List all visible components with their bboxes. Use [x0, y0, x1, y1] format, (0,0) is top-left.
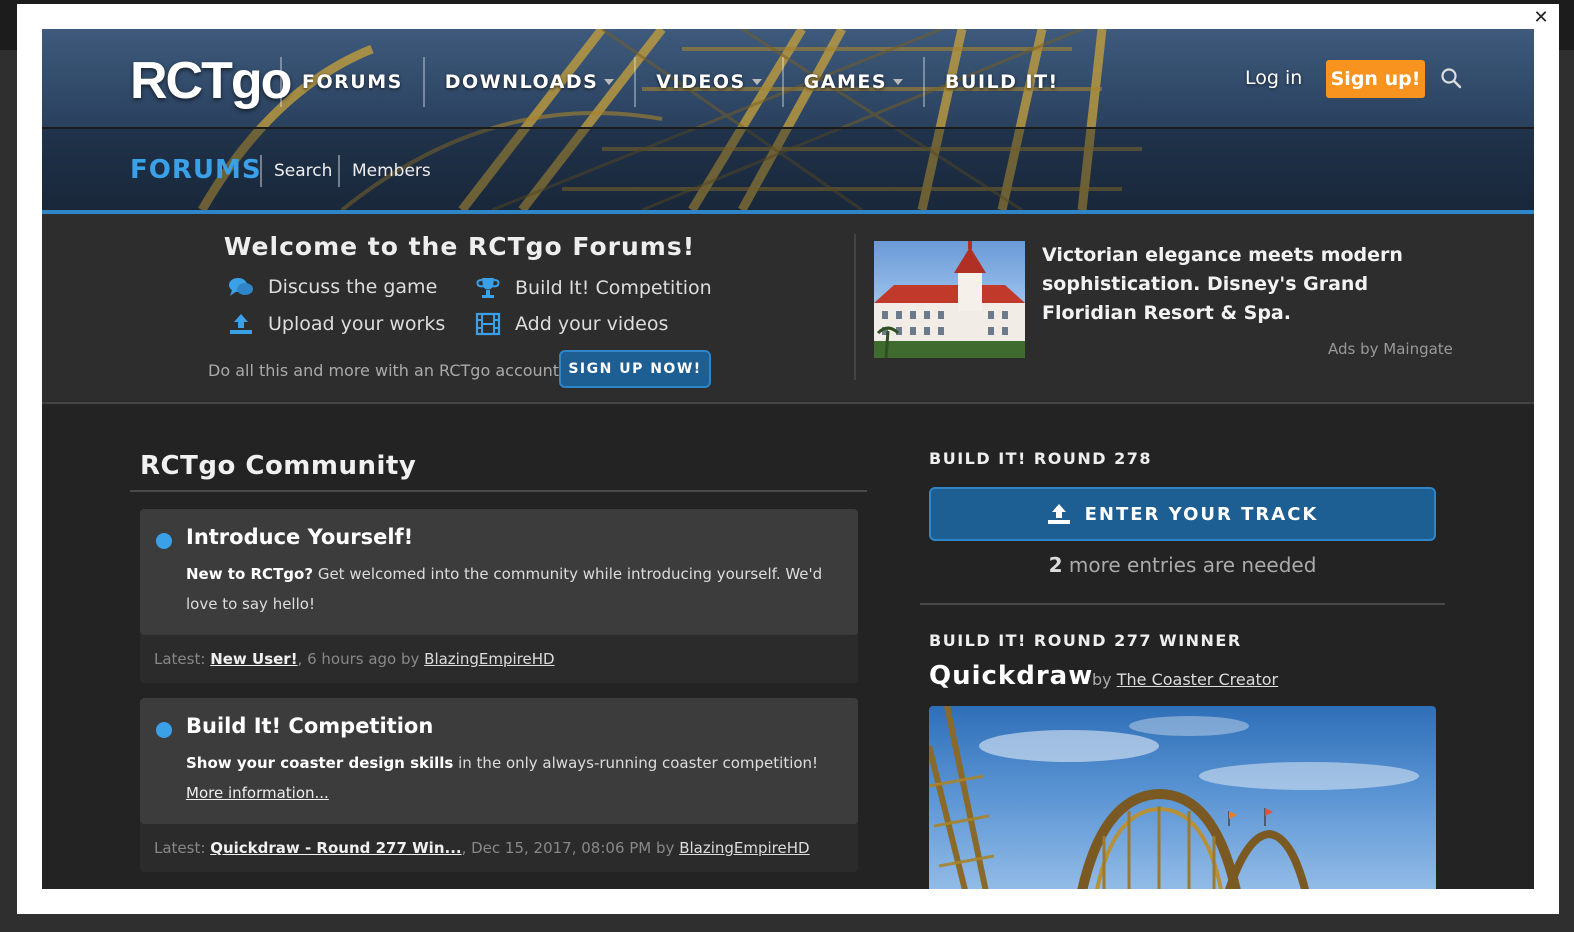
forum-desc-text: in the only always-running coaster compe… — [453, 754, 819, 772]
nav-label: FORUMS — [302, 71, 403, 93]
latest-label: Latest: — [154, 650, 206, 668]
forum-latest-post: Latest: Quickdraw - Round 277 Win..., De… — [140, 824, 858, 872]
hotel-illustration — [874, 241, 1025, 358]
main-nav: FORUMS DOWNLOADS VIDEOS GAMES BUILD IT! — [280, 57, 1079, 107]
community-divider — [130, 490, 867, 492]
entries-label: more entries are needed — [1062, 553, 1317, 577]
nav-label: DOWNLOADS — [444, 71, 599, 93]
coaster-screenshot — [929, 706, 1419, 889]
latest-time: , Dec 15, 2017, 08:06 PM by — [461, 839, 680, 857]
upload-icon — [1047, 504, 1070, 524]
winner-by-label: by — [1092, 670, 1117, 689]
screenshot-frame: RCTgo FORUMS DOWNLOADS VIDEOS GAMES BUIL… — [42, 29, 1534, 889]
latest-user-link[interactable]: BlazingEmpireHD — [424, 650, 554, 668]
search-icon[interactable] — [1440, 67, 1462, 89]
forums-section-title[interactable]: FORUMS — [130, 155, 262, 185]
nav-label: VIDEOS — [656, 71, 746, 93]
winner-track-name[interactable]: Quickdraw — [929, 661, 1093, 691]
forum-card-body: Build It! Competition Show your coaster … — [140, 698, 858, 824]
winner-track-image[interactable] — [929, 706, 1436, 889]
forum-title-link[interactable]: Build It! Competition — [186, 714, 828, 738]
forum-card-body: Introduce Yourself! New to RCTgo? Get we… — [140, 509, 858, 635]
feature-label: Upload your works — [268, 313, 446, 335]
forum-title-link[interactable]: Introduce Yourself! — [186, 525, 828, 549]
feature-label: Add your videos — [515, 313, 669, 335]
main-nav-bar: RCTgo FORUMS DOWNLOADS VIDEOS GAMES BUIL… — [42, 29, 1534, 129]
film-icon — [475, 312, 501, 336]
forum-description: New to RCTgo? Get welcomed into the comm… — [186, 559, 828, 619]
more-information-link[interactable]: More information... — [186, 784, 329, 802]
welcome-title: Welcome to the RCTgo Forums! — [223, 232, 696, 261]
nav-downloads[interactable]: DOWNLOADS — [422, 57, 635, 107]
subnav-members-link[interactable]: Members — [338, 155, 431, 187]
unread-dot-icon — [156, 722, 172, 738]
latest-label: Latest: — [154, 839, 206, 857]
feature-discuss: Discuss the game — [228, 276, 437, 298]
trophy-icon — [476, 278, 500, 298]
caret-down-icon — [751, 79, 762, 85]
ad-text-link[interactable]: Victorian elegance meets modern sophisti… — [1042, 241, 1462, 328]
nav-games[interactable]: GAMES — [781, 57, 923, 107]
latest-thread-link[interactable]: New User! — [210, 650, 297, 668]
close-icon[interactable]: ✕ — [1531, 8, 1551, 28]
ad-hotel-image[interactable] — [874, 241, 1025, 358]
nav-build-it[interactable]: BUILD IT! — [923, 57, 1079, 107]
welcome-divider — [854, 234, 856, 380]
ad-attribution: Ads by Maingate — [1328, 340, 1453, 358]
feature-label: Discuss the game — [268, 276, 438, 298]
feature-upload: Upload your works — [228, 312, 445, 336]
sidebar-divider — [920, 603, 1445, 605]
feature-build-it: Build It! Competition — [475, 276, 712, 300]
rctgo-logo[interactable]: RCTgo — [130, 51, 292, 111]
latest-user-link[interactable]: BlazingEmpireHD — [679, 839, 809, 857]
unread-dot-icon — [156, 533, 172, 549]
caret-down-icon — [604, 79, 615, 85]
latest-time: , 6 hours ago by — [297, 650, 425, 668]
enter-button-label: ENTER YOUR TRACK — [1084, 503, 1319, 525]
forum-description: Show your coaster design skills in the o… — [186, 748, 828, 808]
forum-desc-bold: New to RCTgo? — [186, 565, 314, 583]
community-section-title: RCTgo Community — [140, 451, 417, 481]
lightbox-modal: ✕ RCTgo FORUMS DOWNLOADS VIDEOS GAMES BU… — [17, 4, 1559, 914]
forum-card-introduce: Introduce Yourself! New to RCTgo? Get we… — [140, 509, 858, 683]
sign-up-now-button[interactable]: SIGN UP NOW! — [559, 350, 711, 388]
forums-subnav: FORUMS Search Members — [42, 131, 1534, 210]
forum-card-build-it: Build It! Competition Show your coaster … — [140, 698, 858, 872]
welcome-panel: Welcome to the RCTgo Forums! Discuss the… — [42, 214, 1534, 404]
entries-count: 2 — [1048, 553, 1063, 577]
nav-label: GAMES — [803, 71, 888, 93]
winner-byline: by The Coaster Creator — [1092, 670, 1278, 689]
site-header: RCTgo FORUMS DOWNLOADS VIDEOS GAMES BUIL… — [42, 29, 1534, 210]
enter-your-track-button[interactable]: ENTER YOUR TRACK — [929, 487, 1436, 541]
nav-label: BUILD IT! — [945, 71, 1059, 93]
build-it-round-label: BUILD IT! ROUND 278 — [929, 449, 1152, 468]
caret-down-icon — [893, 79, 904, 85]
feature-label: Build It! Competition — [515, 277, 712, 299]
signup-button[interactable]: Sign up! — [1326, 60, 1425, 98]
forum-latest-post: Latest: New User!, 6 hours ago by Blazin… — [140, 635, 858, 683]
nav-videos[interactable]: VIDEOS — [634, 57, 781, 107]
cta-text: Do all this and more with an RCTgo accou… — [208, 361, 565, 380]
subnav-search-link[interactable]: Search — [260, 155, 332, 187]
winner-user-link[interactable]: The Coaster Creator — [1117, 670, 1278, 689]
nav-forums[interactable]: FORUMS — [280, 57, 423, 107]
feature-videos: Add your videos — [475, 312, 668, 336]
login-link[interactable]: Log in — [1245, 67, 1302, 89]
upload-icon — [230, 314, 252, 334]
forum-desc-bold: Show your coaster design skills — [186, 754, 454, 772]
entries-needed-text: 2 more entries are needed — [929, 553, 1436, 577]
winner-label: BUILD IT! ROUND 277 WINNER — [929, 631, 1242, 650]
latest-thread-link[interactable]: Quickdraw - Round 277 Win... — [210, 839, 461, 857]
chat-bubbles-icon — [229, 278, 253, 296]
